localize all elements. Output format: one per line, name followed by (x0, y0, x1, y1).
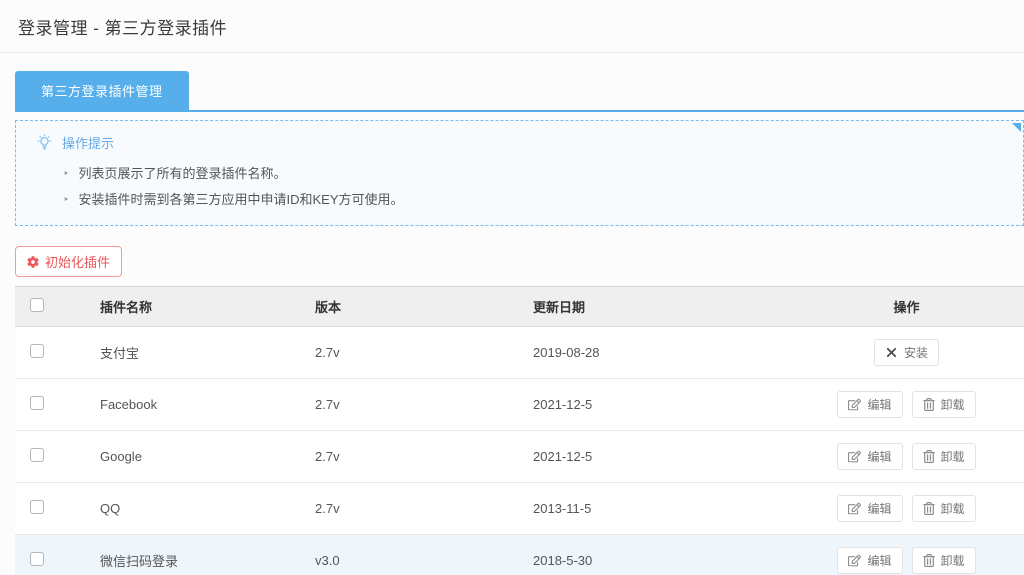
plugin-name: Google (100, 449, 142, 464)
row-checkbox[interactable] (30, 552, 44, 566)
edit-label: 编辑 (867, 448, 891, 465)
plugin-updated: 2021-12-5 (533, 397, 592, 412)
tab-third-party-plugin-management[interactable]: 第三方登录插件管理 (15, 71, 189, 110)
table-header-row: 插件名称 版本 更新日期 操作 (15, 287, 1024, 327)
plugin-updated: 2021-12-5 (533, 449, 592, 464)
page-title: 登录管理 - 第三方登录插件 (0, 0, 1024, 39)
row-checkbox[interactable] (30, 396, 44, 410)
gear-icon (27, 256, 39, 268)
plugins-table: 插件名称 版本 更新日期 操作 支付宝 2.7v 2019-08-28 安装 F… (15, 286, 1024, 575)
table-row: 微信扫码登录 v3.0 2018-5-30 编辑 卸载 (15, 535, 1024, 575)
table-row: Google 2.7v 2021-12-5 编辑 卸载 (15, 431, 1024, 483)
row-actions: 编辑 卸载 (837, 547, 975, 574)
install-label: 安装 (904, 344, 928, 361)
tip-text: 列表页展示了所有的登录插件名称。 (79, 161, 287, 187)
plugin-version: 2.7v (315, 449, 340, 464)
row-checkbox[interactable] (30, 344, 44, 358)
plugin-updated: 2019-08-28 (533, 345, 600, 360)
table-row: Facebook 2.7v 2021-12-5 编辑 卸载 (15, 379, 1024, 431)
tip-item: ‣ 列表页展示了所有的登录插件名称。 (63, 161, 1005, 187)
edit-button[interactable]: 编辑 (837, 443, 902, 470)
table-row: QQ 2.7v 2013-11-5 编辑 卸载 (15, 483, 1024, 535)
table-row: 支付宝 2.7v 2019-08-28 安装 (15, 327, 1024, 379)
column-header-actions: 操作 (763, 287, 1024, 327)
trash-icon (923, 450, 935, 463)
uninstall-label: 卸载 (941, 552, 965, 569)
plugin-version: 2.7v (315, 397, 340, 412)
main-content: 第三方登录插件管理 操作提示 ‣ 列表页展示了所有的登录插件名称。 ‣ 安装插件时需到… (15, 71, 1024, 575)
plugin-name: Facebook (100, 397, 157, 412)
uninstall-label: 卸载 (941, 396, 965, 413)
bullet-arrow-icon: ‣ (63, 161, 70, 187)
column-header-updated: 更新日期 (521, 287, 763, 327)
trash-icon (923, 554, 935, 567)
edit-label: 编辑 (867, 552, 891, 569)
edit-label: 编辑 (867, 500, 891, 517)
uninstall-button[interactable]: 卸载 (912, 495, 976, 522)
plugin-version: 2.7v (315, 501, 340, 516)
row-checkbox[interactable] (30, 448, 44, 462)
row-actions: 安装 (874, 339, 939, 366)
tools-icon (885, 346, 898, 359)
plugin-name: 支付宝 (100, 346, 139, 361)
column-header-version: 版本 (303, 287, 521, 327)
row-actions: 编辑 卸载 (837, 495, 975, 522)
edit-button[interactable]: 编辑 (837, 547, 902, 574)
edit-button[interactable]: 编辑 (837, 391, 902, 418)
edit-pencil-icon (848, 554, 861, 567)
title-divider (0, 52, 1024, 53)
edit-pencil-icon (848, 398, 861, 411)
plugin-name: QQ (100, 501, 120, 516)
initialize-plugins-label: 初始化插件 (45, 252, 110, 271)
tips-title: 操作提示 (62, 133, 114, 152)
tips-panel: 操作提示 ‣ 列表页展示了所有的登录插件名称。 ‣ 安装插件时需到各第三方应用中申请I… (15, 120, 1024, 226)
plugin-name: 微信扫码登录 (100, 554, 178, 569)
edit-label: 编辑 (867, 396, 891, 413)
row-actions: 编辑 卸载 (837, 443, 975, 470)
lightbulb-icon (36, 134, 53, 151)
edit-button[interactable]: 编辑 (837, 495, 902, 522)
plugin-updated: 2013-11-5 (533, 501, 591, 516)
trash-icon (923, 502, 935, 515)
uninstall-label: 卸载 (941, 500, 965, 517)
uninstall-label: 卸载 (941, 448, 965, 465)
bullet-arrow-icon: ‣ (63, 187, 70, 213)
row-actions: 编辑 卸载 (837, 391, 975, 418)
tips-header: 操作提示 (36, 133, 1005, 152)
tips-list: ‣ 列表页展示了所有的登录插件名称。 ‣ 安装插件时需到各第三方应用中申请ID和KEY… (63, 161, 1005, 213)
uninstall-button[interactable]: 卸载 (912, 547, 976, 574)
plugin-version: 2.7v (315, 345, 340, 360)
uninstall-button[interactable]: 卸载 (912, 443, 976, 470)
column-header-name: 插件名称 (88, 287, 303, 327)
row-checkbox[interactable] (30, 500, 44, 514)
edit-pencil-icon (848, 502, 861, 515)
trash-icon (923, 398, 935, 411)
tab-bar: 第三方登录插件管理 (15, 71, 1024, 112)
install-button[interactable]: 安装 (874, 339, 939, 366)
uninstall-button[interactable]: 卸载 (912, 391, 976, 418)
tip-text: 安装插件时需到各第三方应用中申请ID和KEY方可使用。 (79, 187, 404, 213)
tip-item: ‣ 安装插件时需到各第三方应用中申请ID和KEY方可使用。 (63, 187, 1005, 213)
plugin-version: v3.0 (315, 553, 340, 568)
select-all-checkbox[interactable] (30, 298, 44, 312)
initialize-plugins-button[interactable]: 初始化插件 (15, 246, 122, 277)
plugin-updated: 2018-5-30 (533, 553, 592, 568)
edit-pencil-icon (848, 450, 861, 463)
